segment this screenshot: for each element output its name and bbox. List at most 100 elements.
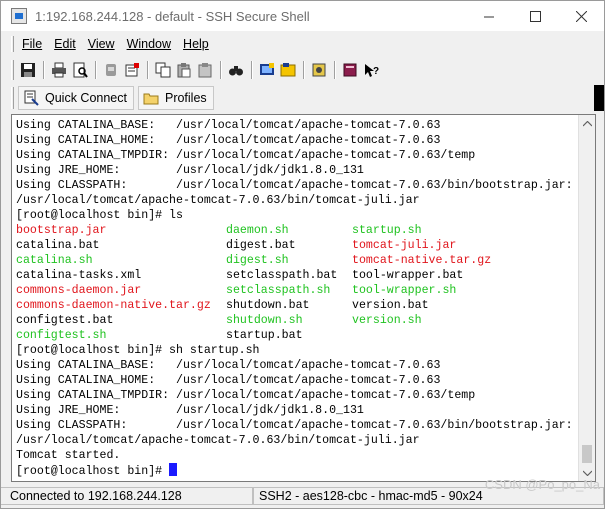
terminal-line: /usr/local/tomcat/apache-tomcat-7.0.63/b… xyxy=(16,434,420,447)
scroll-thumb[interactable] xyxy=(582,445,592,463)
ls-file-entry: bootstrap.jar xyxy=(16,224,107,237)
minimize-icon xyxy=(483,16,494,17)
menu-help[interactable]: Help xyxy=(183,37,209,51)
app-icon xyxy=(11,8,27,24)
ls-file-entry: daemon.sh xyxy=(226,224,289,237)
desktop-edge xyxy=(594,85,604,111)
ls-file-entry: version.sh xyxy=(352,314,422,327)
terminal-scrollbar[interactable] xyxy=(578,115,595,481)
whats-this-button[interactable]: ? xyxy=(361,60,381,80)
copy-button[interactable] xyxy=(153,60,173,80)
watermark: CSDN @Po_po_Na xyxy=(484,477,600,492)
toolbar-separator xyxy=(43,61,45,79)
ls-file-entry: catalina-tasks.xml xyxy=(16,269,142,282)
ls-file-entry xyxy=(352,328,552,343)
menu-file[interactable]: File xyxy=(22,37,42,51)
menu-help-label: Help xyxy=(183,37,209,51)
toolbar: ? xyxy=(11,58,382,82)
find-button[interactable] xyxy=(226,60,246,80)
connection-status: Connected to 192.168.244.128 xyxy=(1,487,253,505)
terminal-line: Using CLASSPATH: /usr/local/tomcat/apach… xyxy=(16,419,573,432)
minimize-button[interactable] xyxy=(466,1,512,31)
help-book-icon xyxy=(343,63,357,77)
print-preview-icon xyxy=(73,62,88,78)
toolbar-separator xyxy=(95,61,97,79)
toolbar-separator xyxy=(147,61,149,79)
menu-view-label: View xyxy=(87,37,115,51)
terminal-line: Using CATALINA_TMPDIR: /usr/local/tomcat… xyxy=(16,389,476,402)
save-button[interactable] xyxy=(18,60,38,80)
terminal-line: Using CATALINA_TMPDIR: /usr/local/tomcat… xyxy=(16,149,476,162)
ls-file-entry: setclasspath.bat xyxy=(226,269,338,282)
toolbar-separator xyxy=(334,61,336,79)
new-terminal-button[interactable] xyxy=(257,60,277,80)
terminal-line: [root@localhost bin]# sh startup.sh xyxy=(16,344,260,357)
title-bar: 1:192.168.244.128 - default - SSH Secure… xyxy=(1,1,604,31)
profiles-label: Profiles xyxy=(164,91,207,105)
toolbar-separator xyxy=(251,61,253,79)
toolbar-separator xyxy=(303,61,305,79)
copy-icon xyxy=(155,62,171,78)
ls-file-entry: commons-daemon.jar xyxy=(16,284,142,297)
print-button[interactable] xyxy=(49,60,69,80)
chevron-up-icon xyxy=(582,120,592,126)
quick-connect-button[interactable]: Quick Connect xyxy=(18,86,134,110)
ls-file-entry: catalina.bat xyxy=(16,239,100,252)
terminal-line: Using CATALINA_BASE: /usr/local/tomcat/a… xyxy=(16,119,441,132)
profiles-button[interactable]: Profiles xyxy=(137,86,214,110)
ls-output-row: catalina-tasks.xml setclasspath.bat tool-w… xyxy=(16,268,578,283)
settings-button[interactable] xyxy=(309,60,329,80)
menu-edit[interactable]: Edit xyxy=(54,37,76,51)
terminal-line: /usr/local/tomcat/apache-tomcat-7.0.63/b… xyxy=(16,194,420,207)
ls-file-entry: tool-wrapper.sh xyxy=(352,284,457,297)
ls-output-row: bootstrap.jar daemon.sh startup.sh xyxy=(16,223,578,238)
chevron-down-icon xyxy=(582,470,592,476)
toolbar-separator xyxy=(220,61,222,79)
terminal-line: Using JRE_HOME: /usr/local/jdk/jdk1.8.0_… xyxy=(16,164,364,177)
ls-output-row: commons-daemon.jar setclasspath.sh tool-wr… xyxy=(16,283,578,298)
menu-file-label: File xyxy=(22,37,43,51)
disconnect-button[interactable] xyxy=(101,60,121,80)
disconnect-icon xyxy=(106,64,116,76)
folder-icon xyxy=(143,93,159,105)
close-icon xyxy=(575,10,587,22)
ls-file-entry: configtest.bat xyxy=(16,314,114,327)
menu-window-label: Window xyxy=(126,37,172,51)
whats-this-icon: ? xyxy=(365,64,379,77)
ls-file-entry: tomcat-native.tar.gz xyxy=(352,254,492,267)
quick-connect-icon xyxy=(24,90,39,106)
quickbar-grip xyxy=(11,87,14,109)
ls-output-row: catalina.sh digest.sh tomcat-native.tar.gz xyxy=(16,253,578,268)
file-transfer-button[interactable] xyxy=(278,60,298,80)
terminal-frame: Using CATALINA_BASE: /usr/local/tomcat/a… xyxy=(11,114,596,482)
maximize-button[interactable] xyxy=(512,1,558,31)
ls-file-entry: startup.bat xyxy=(226,329,303,342)
terminal-line: [root@localhost bin]# ls xyxy=(16,209,183,222)
ls-file-entry: configtest.sh xyxy=(16,329,107,342)
terminal-line: Using CATALINA_HOME: /usr/local/tomcat/a… xyxy=(16,134,441,147)
paste-icon xyxy=(177,63,191,78)
quick-connect-label: Quick Connect xyxy=(45,91,127,105)
close-button[interactable] xyxy=(558,1,604,31)
menu-window[interactable]: Window xyxy=(127,37,171,51)
paste-selection-icon xyxy=(198,63,212,78)
svg-text:?: ? xyxy=(373,66,379,77)
paste-selection-button[interactable] xyxy=(195,60,215,80)
print-preview-button[interactable] xyxy=(70,60,90,80)
ls-file-entry: digest.bat xyxy=(226,239,296,252)
ls-file-entry: tool-wrapper.bat xyxy=(352,269,464,282)
scroll-up-arrow[interactable] xyxy=(579,115,595,132)
help-button[interactable] xyxy=(340,60,360,80)
toolbar-grip xyxy=(11,60,14,80)
find-icon xyxy=(229,66,243,76)
menu-view[interactable]: View xyxy=(88,37,115,51)
print-icon xyxy=(52,62,66,78)
window-title: 1:192.168.244.128 - default - SSH Secure… xyxy=(35,8,310,24)
paste-button[interactable] xyxy=(174,60,194,80)
ls-file-entry: startup.sh xyxy=(352,224,422,237)
terminal-output[interactable]: Using CATALINA_BASE: /usr/local/tomcat/a… xyxy=(12,115,578,481)
edit-profile-icon xyxy=(125,63,139,77)
ls-output-row: configtest.sh startup.bat xyxy=(16,328,578,343)
terminal-line: Using JRE_HOME: /usr/local/jdk/jdk1.8.0_… xyxy=(16,404,364,417)
edit-profile-button[interactable] xyxy=(122,60,142,80)
